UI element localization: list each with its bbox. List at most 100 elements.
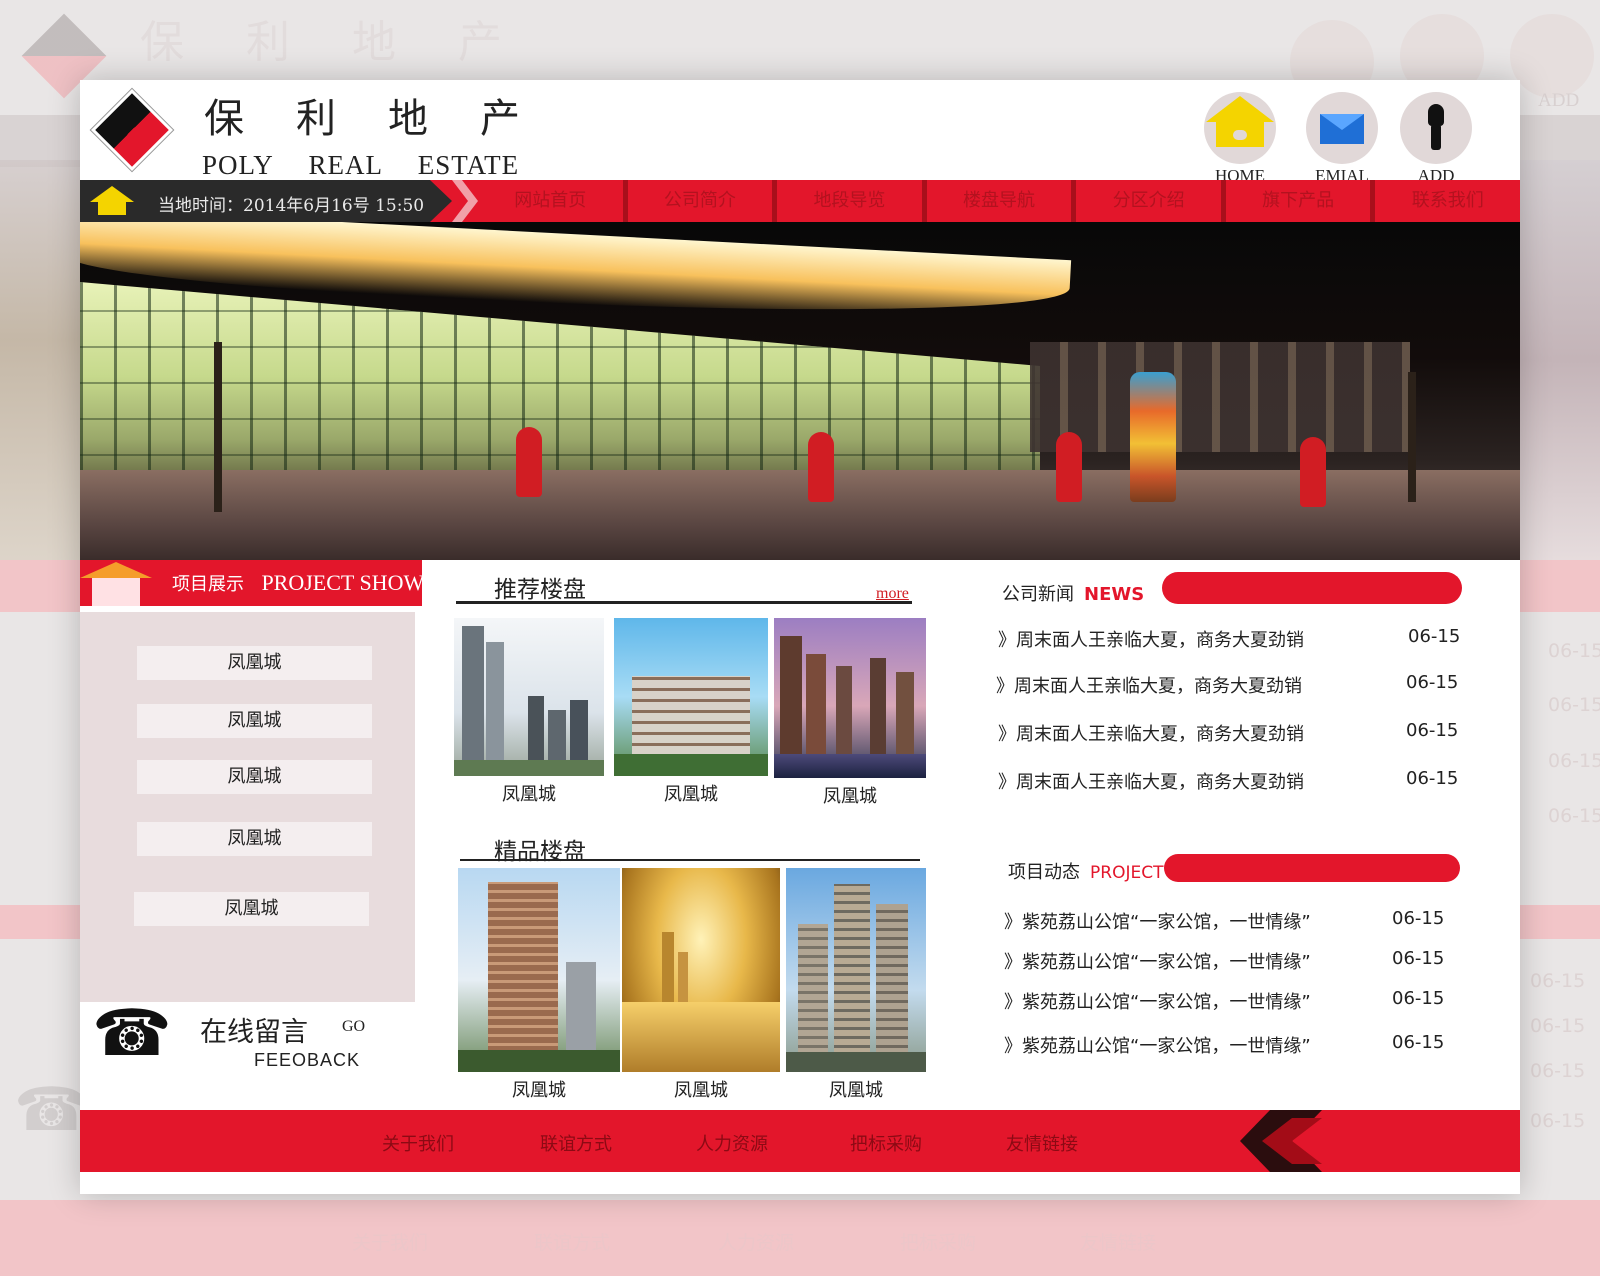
project-news-item[interactable]: 》紫苑荔山公馆“一家公馆，一世情缘”	[1004, 988, 1311, 1014]
hero-banner-image	[80, 222, 1520, 560]
footer-link-procurement[interactable]: 把标采购	[850, 1130, 922, 1156]
backdrop-left-image	[0, 160, 80, 560]
premium-card[interactable]: 凤凰城	[622, 868, 780, 1102]
phone-icon: ☎	[92, 997, 172, 1071]
recommended-card[interactable]: 凤凰城	[454, 618, 604, 806]
card-caption: 凤凰城	[823, 786, 877, 807]
poly-logo-icon[interactable]	[95, 93, 169, 167]
project-news-date: 06-15	[1392, 988, 1445, 1009]
project-news-date: 06-15	[1392, 948, 1445, 969]
site-title-en: POLY REAL ESTATE	[202, 150, 520, 180]
project-show-title: 项目展示 PROJECT SHOW	[172, 570, 425, 595]
building-image	[622, 868, 780, 1072]
footer-link-friends[interactable]: 友情链接	[1006, 1130, 1078, 1156]
building-image	[458, 868, 620, 1072]
feedback-title: 在线留言	[200, 1017, 308, 1048]
footer-link-hr[interactable]: 人力资源	[696, 1130, 768, 1156]
project-item[interactable]: 凤凰城	[137, 646, 372, 680]
backdrop-date: 06-15	[1530, 970, 1586, 992]
news-item[interactable]: 》周末面人王亲临大夏，商务大夏劲销	[998, 626, 1304, 652]
recommended-divider	[456, 601, 912, 604]
backdrop-date: 06-15	[1548, 694, 1600, 716]
premium-card[interactable]: 凤凰城	[458, 868, 620, 1102]
nav-item-districts[interactable]: 分区介绍	[1076, 180, 1226, 222]
footer-link-about[interactable]: 关于我们	[382, 1130, 454, 1156]
project-news-date: 06-15	[1392, 1032, 1445, 1053]
footer-link-contact[interactable]: 联谊方式	[540, 1130, 612, 1156]
news-header-bar	[1162, 572, 1462, 604]
house-icon	[80, 562, 152, 578]
backdrop-date: 06-15	[1530, 1015, 1586, 1037]
backdrop-date: 06-15	[1530, 1060, 1586, 1082]
card-caption: 凤凰城	[664, 784, 718, 805]
premium-card[interactable]: 凤凰城	[786, 868, 926, 1102]
project-item[interactable]: 凤凰城	[137, 760, 372, 794]
building-image	[774, 618, 926, 778]
home-button[interactable]: HOME	[1200, 92, 1280, 186]
news-date: 06-15	[1406, 672, 1459, 693]
local-time-panel: 当地时间：2014年6月16号 15:50	[80, 180, 452, 222]
project-item[interactable]: 凤凰城	[137, 704, 372, 738]
project-news-header-bar	[1164, 854, 1460, 882]
news-item[interactable]: 》周末面人王亲临大夏，商务大夏劲销	[998, 768, 1304, 794]
local-time: 当地时间：2014年6月16号 15:50	[158, 196, 425, 216]
nav-item-properties[interactable]: 楼盘导航	[927, 180, 1077, 222]
project-news-item[interactable]: 》紫苑荔山公馆“一家公馆，一世情缘”	[1004, 1032, 1311, 1058]
email-button[interactable]: EMIAL	[1302, 92, 1382, 186]
card-caption: 凤凰城	[829, 1080, 883, 1101]
news-item[interactable]: 》周末面人王亲临大夏，商务大夏劲销	[996, 672, 1302, 698]
backdrop-add-label: ADD	[1538, 90, 1580, 111]
project-item[interactable]: 凤凰城	[134, 892, 369, 926]
backdrop-footer-link: 联谊方式	[534, 1232, 611, 1254]
nav-menu: 网站首页 公司简介 地段导览 楼盘导航 分区介绍 旗下产品 联系我们	[478, 180, 1520, 222]
site-header: 保利地产 POLY REAL ESTATE HOME EMIAL ADD	[80, 80, 1520, 185]
nav-item-location[interactable]: 地段导览	[777, 180, 927, 222]
building-image	[614, 618, 768, 776]
news-date: 06-15	[1406, 720, 1459, 741]
site-footer: 关于我们 联谊方式 人力资源 把标采购 友情链接	[80, 1110, 1520, 1172]
backdrop-footer-link: 把标采购	[900, 1232, 977, 1254]
backdrop-footer	[0, 1200, 1600, 1276]
premium-divider	[460, 859, 920, 861]
building-image	[786, 868, 926, 1072]
backdrop-person-icon	[1510, 14, 1594, 98]
backdrop-footer-link: 人力资源	[718, 1232, 795, 1254]
backdrop-date: 06-15	[1548, 640, 1600, 662]
project-news-item[interactable]: 》紫苑荔山公馆“一家公馆，一世情缘”	[1004, 908, 1311, 934]
news-header: 公司新闻 NEWS	[1002, 584, 1145, 605]
chevron-right-icon	[452, 180, 478, 222]
recommended-card[interactable]: 凤凰城	[614, 618, 768, 806]
site-title-cn: 保利地产	[204, 96, 572, 142]
news-date: 06-15	[1408, 626, 1461, 647]
website-page: 保利地产 POLY REAL ESTATE HOME EMIAL ADD 当地时…	[80, 80, 1520, 1194]
nav-item-home[interactable]: 网站首页	[478, 180, 628, 222]
feedback-go-link[interactable]: GO	[342, 1018, 365, 1036]
add-button[interactable]: ADD	[1396, 92, 1476, 186]
project-list: 凤凰城 凤凰城 凤凰城 凤凰城 凤凰城	[80, 612, 415, 1002]
backdrop-phone-icon: ☎	[14, 1075, 89, 1145]
home-icon	[1204, 92, 1276, 164]
backdrop-footer-link: 关于我们	[352, 1232, 429, 1254]
backdrop-date: 06-15	[1530, 1110, 1586, 1132]
online-feedback[interactable]: ☎ 在线留言 GO FEEOBACK	[80, 1002, 422, 1112]
backdrop-date: 06-15	[1548, 805, 1600, 827]
card-caption: 凤凰城	[674, 1080, 728, 1101]
home-small-icon[interactable]	[90, 186, 134, 202]
recommended-card[interactable]: 凤凰城	[774, 618, 926, 808]
recommended-title: 推荐楼盘	[494, 577, 586, 603]
project-show-header: 项目展示 PROJECT SHOW	[80, 560, 425, 606]
nav-item-contact[interactable]: 联系我们	[1375, 180, 1520, 222]
main-navbar: 当地时间：2014年6月16号 15:50 网站首页 公司简介 地段导览 楼盘导…	[80, 180, 1520, 222]
news-item[interactable]: 》周末面人王亲临大夏，商务大夏劲销	[998, 720, 1304, 746]
nav-item-about[interactable]: 公司简介	[628, 180, 778, 222]
project-item[interactable]: 凤凰城	[137, 822, 372, 856]
card-caption: 凤凰城	[502, 784, 556, 805]
card-caption: 凤凰城	[512, 1080, 566, 1101]
feedback-subtitle: FEEOBACK	[254, 1050, 361, 1070]
person-icon	[1400, 92, 1472, 164]
project-news-item[interactable]: 》紫苑荔山公馆“一家公馆，一世情缘”	[1004, 948, 1311, 974]
more-link[interactable]: more	[876, 585, 909, 603]
project-news-header: 项目动态 PROJECT	[1008, 862, 1164, 883]
backdrop-footer-link: 友情链接	[1080, 1232, 1157, 1254]
nav-item-products[interactable]: 旗下产品	[1226, 180, 1376, 222]
